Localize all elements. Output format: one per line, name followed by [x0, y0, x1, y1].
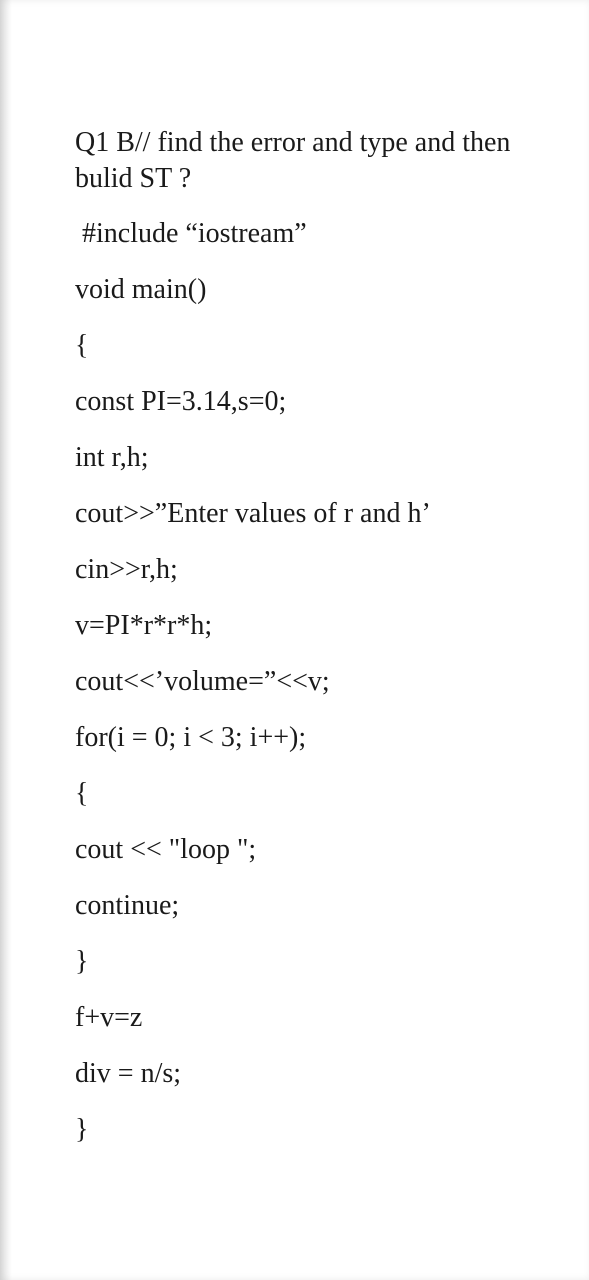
code-line: continue; [75, 892, 529, 920]
code-line: } [75, 1116, 529, 1144]
code-line: cout>>”Enter values of r and h’ [75, 500, 529, 528]
code-line: { [75, 332, 529, 360]
code-line: const PI=3.14,s=0; [75, 388, 529, 416]
code-line: cin>>r,h; [75, 556, 529, 584]
code-line: int r,h; [75, 444, 529, 472]
document-page: Q1 B// find the error and type and then … [0, 0, 589, 1280]
code-line: cout << "loop "; [75, 836, 529, 864]
question-header: Q1 B// find the error and type and then … [75, 125, 529, 198]
code-line: } [75, 948, 529, 976]
code-line: for(i = 0; i < 3; i++); [75, 724, 529, 752]
code-line: v=PI*r*r*h; [75, 612, 529, 640]
code-line: f+v=z [75, 1004, 529, 1032]
code-line: div = n/s; [75, 1060, 529, 1088]
code-line: void main() [75, 276, 529, 304]
page-edge-shadow [0, 0, 12, 1280]
code-line: { [75, 780, 529, 808]
code-line: #include “iostream” [75, 220, 529, 248]
code-line: cout<<’volume=”<<v; [75, 668, 529, 696]
